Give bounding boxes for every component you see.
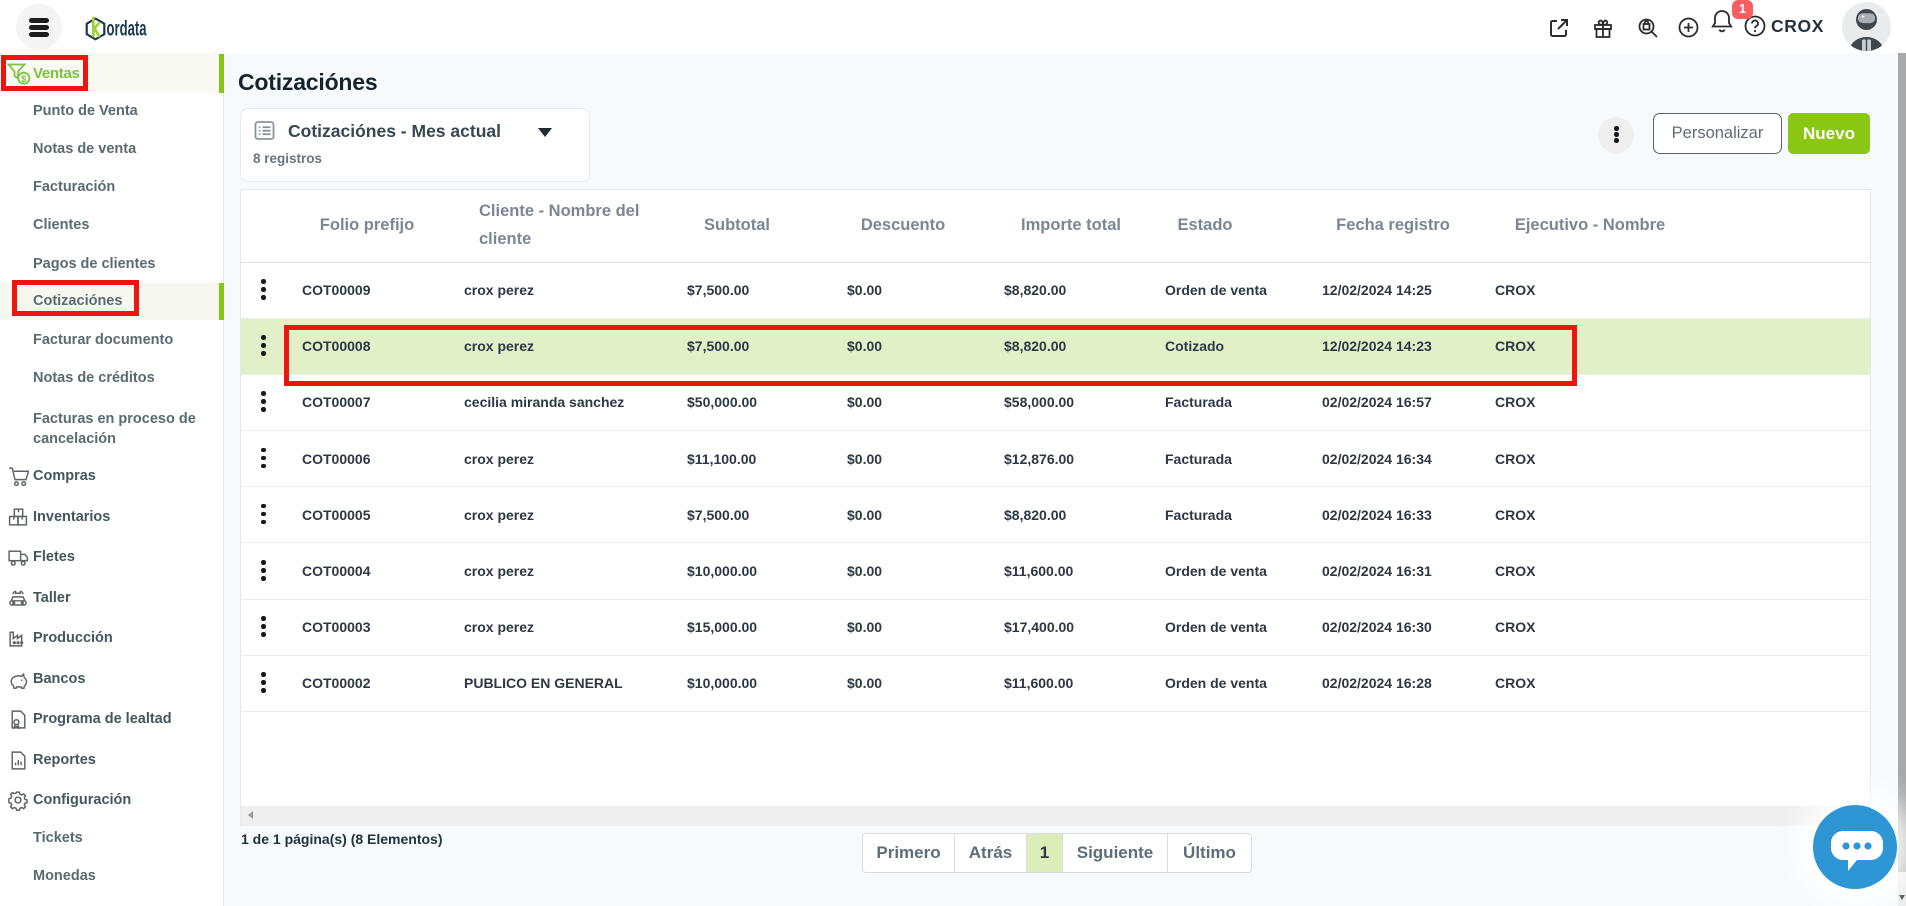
svg-text:ordata: ordata — [107, 17, 148, 41]
